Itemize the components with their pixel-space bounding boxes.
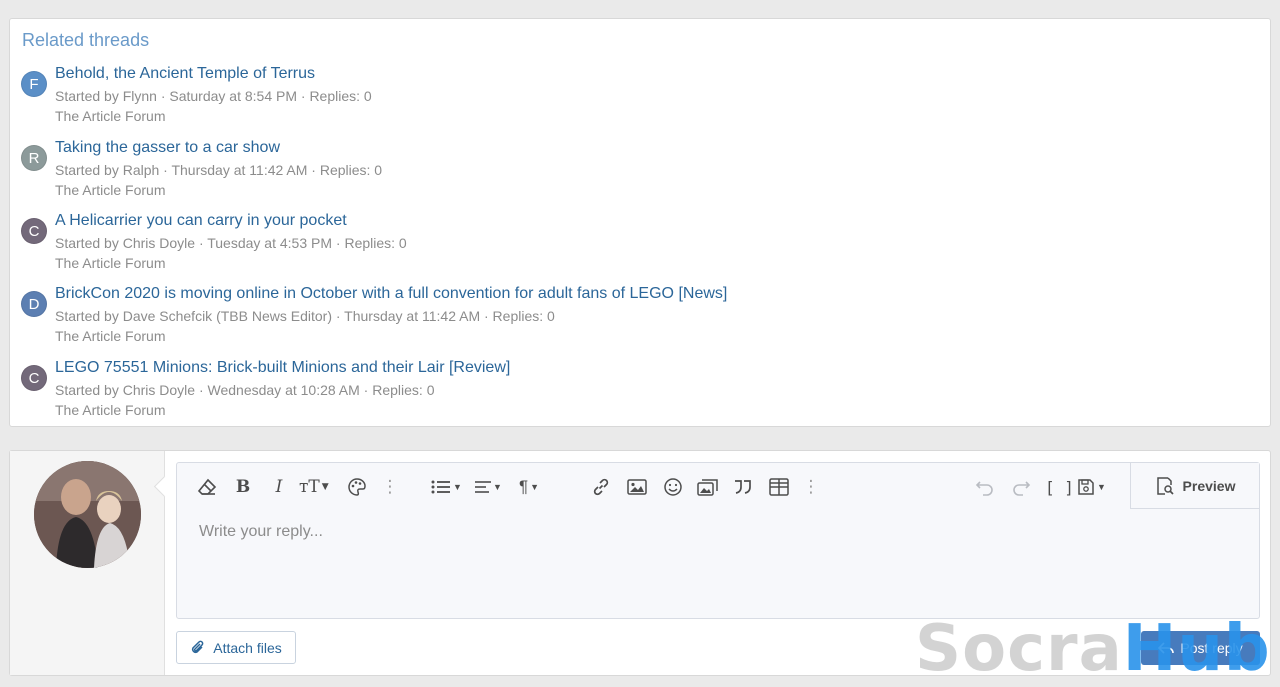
related-threads-title: Related threads xyxy=(22,30,150,50)
thread-forum-link[interactable]: The Article Forum xyxy=(55,108,165,124)
reply-input[interactable]: Write your reply... xyxy=(199,523,323,541)
thread-meta: Started by Chris Doyle · Tuesday at 4:53… xyxy=(55,235,407,251)
thread-title-link[interactable]: Behold, the Ancient Temple of Terrus xyxy=(55,65,315,83)
preview-icon xyxy=(1156,476,1174,495)
align-icon[interactable]: ▼ xyxy=(475,475,502,499)
post-reply-label: Post reply xyxy=(1180,640,1243,656)
thread-title-link[interactable]: BrickCon 2020 is moving online in Octobe… xyxy=(55,285,727,303)
avatar[interactable]: C xyxy=(21,218,47,244)
undo-icon[interactable] xyxy=(975,475,995,499)
thread-forum-link[interactable]: The Article Forum xyxy=(55,182,165,198)
chevron-down-icon: ▼ xyxy=(493,482,502,492)
quote-icon[interactable] xyxy=(733,475,753,499)
reply-icon xyxy=(1158,642,1175,654)
thread-item: C LEGO 75551 Minions: Brick-built Minion… xyxy=(21,359,1221,421)
italic-icon[interactable]: I xyxy=(269,475,289,499)
image-icon[interactable] xyxy=(627,475,647,499)
reply-editor[interactable]: B I тT ▼ ⋮ ▼ ▼ ¶ ▼ ⋮ [] ▼ Preview Write… xyxy=(176,462,1260,619)
redo-icon[interactable] xyxy=(1011,475,1031,499)
drafts-icon[interactable]: ▼ xyxy=(1077,475,1106,499)
attach-files-button[interactable]: Attach files xyxy=(176,631,296,664)
list-icon[interactable]: ▼ xyxy=(431,475,462,499)
avatar[interactable]: F xyxy=(21,71,47,97)
avatar[interactable]: C xyxy=(21,365,47,391)
paragraph-icon[interactable]: ¶ ▼ xyxy=(519,475,539,499)
more-options-icon[interactable]: ⋮ xyxy=(380,475,400,499)
avatar-photo xyxy=(34,461,141,568)
chevron-down-icon: ▼ xyxy=(321,482,329,492)
avatar[interactable]: D xyxy=(21,291,47,317)
bold-icon[interactable]: B xyxy=(233,475,253,499)
preview-button[interactable]: Preview xyxy=(1130,463,1259,509)
thread-meta: Started by Chris Doyle · Wednesday at 10… xyxy=(55,382,435,398)
thread-item: F Behold, the Ancient Temple of Terrus S… xyxy=(21,65,1221,127)
eraser-icon[interactable] xyxy=(197,475,217,499)
thread-meta: Started by Dave Schefcik (TBB News Edito… xyxy=(55,308,555,324)
chevron-down-icon: ▼ xyxy=(1097,482,1106,492)
thread-item: C A Helicarrier you can carry in your po… xyxy=(21,212,1221,274)
more-options-icon[interactable]: ⋮ xyxy=(801,475,821,499)
text-size-icon[interactable]: тT ▼ xyxy=(299,475,329,499)
attach-files-label: Attach files xyxy=(213,639,282,656)
thread-item: D BrickCon 2020 is moving online in Octo… xyxy=(21,285,1221,347)
user-column xyxy=(10,451,165,675)
thread-meta: Started by Flynn · Saturday at 8:54 PM ·… xyxy=(55,88,372,104)
preview-label: Preview xyxy=(1182,477,1236,494)
link-icon[interactable] xyxy=(591,475,611,499)
thread-title-link[interactable]: LEGO 75551 Minions: Brick-built Minions … xyxy=(55,359,510,377)
thread-title-link[interactable]: Taking the gasser to a car show xyxy=(55,139,280,157)
palette-icon[interactable] xyxy=(347,475,367,499)
user-avatar[interactable] xyxy=(34,461,141,568)
media-icon[interactable] xyxy=(697,475,719,499)
bbcode-toggle-icon[interactable]: [ ] xyxy=(1045,475,1074,499)
avatar[interactable]: R xyxy=(21,145,47,171)
chevron-down-icon: ▼ xyxy=(530,482,540,492)
quick-reply-block: B I тT ▼ ⋮ ▼ ▼ ¶ ▼ ⋮ [] ▼ Preview Write… xyxy=(9,450,1271,676)
smilie-icon[interactable] xyxy=(663,475,683,499)
thread-title-link[interactable]: A Helicarrier you can carry in your pock… xyxy=(55,212,347,230)
editor-toolbar: B I тT ▼ ⋮ ▼ ▼ ¶ ▼ ⋮ [] ▼ Preview xyxy=(177,463,1259,509)
thread-forum-link[interactable]: The Article Forum xyxy=(55,328,165,344)
related-threads-block: Related threads F Behold, the Ancient Te… xyxy=(9,18,1271,427)
post-reply-button[interactable]: Post reply xyxy=(1141,631,1260,665)
chevron-down-icon: ▼ xyxy=(453,482,462,492)
thread-item: R Taking the gasser to a car show Starte… xyxy=(21,139,1221,201)
thread-forum-link[interactable]: The Article Forum xyxy=(55,255,165,271)
paperclip-icon xyxy=(192,640,204,653)
table-icon[interactable] xyxy=(769,475,789,499)
thread-meta: Started by Ralph · Thursday at 11:42 AM … xyxy=(55,162,383,178)
thread-forum-link[interactable]: The Article Forum xyxy=(55,402,165,418)
